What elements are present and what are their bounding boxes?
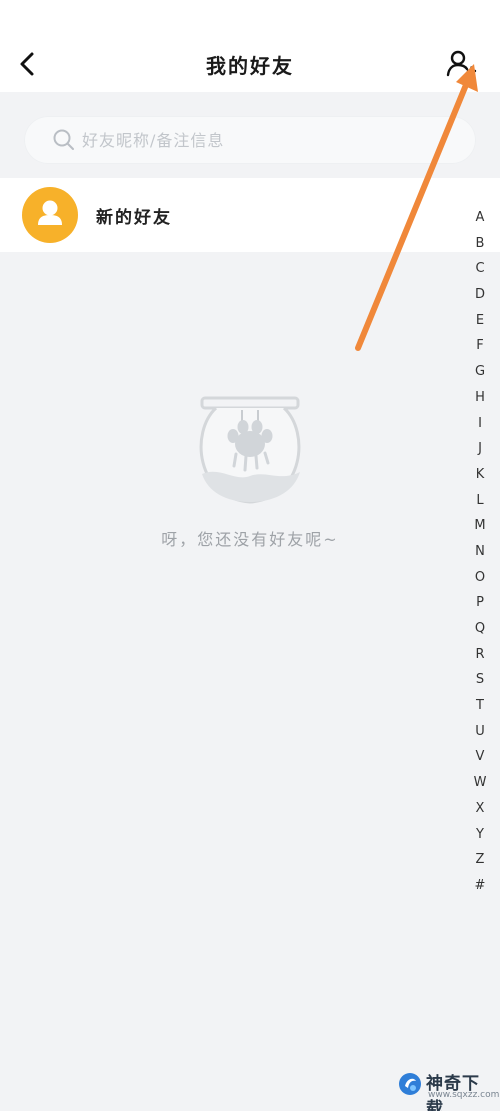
top-bar: 我的好友	[0, 0, 500, 92]
alphabet-index-bar[interactable]: A B C D E F G H I J K L M N O P Q R S T U V W X Y Z #	[466, 205, 494, 899]
watermark-url: www.sqxzz.com	[428, 1090, 500, 1100]
index-letter[interactable]: Q	[466, 616, 494, 642]
index-letter[interactable]: U	[466, 719, 494, 745]
person-icon	[38, 200, 62, 225]
annotation-arrow	[355, 64, 478, 351]
empty-state-message: 呀，您还没有好友呢~	[161, 530, 339, 549]
index-letter[interactable]: W	[466, 770, 494, 796]
index-letter[interactable]: V	[466, 744, 494, 770]
index-letter[interactable]: O	[466, 565, 494, 591]
new-friends-avatar	[22, 187, 78, 243]
index-letter[interactable]: A	[466, 205, 494, 231]
index-letter[interactable]: P	[466, 590, 494, 616]
fishbowl-paw-icon	[199, 396, 301, 504]
index-letter[interactable]: S	[466, 667, 494, 693]
index-letter[interactable]: D	[466, 282, 494, 308]
search-icon	[53, 129, 74, 150]
index-letter[interactable]: E	[466, 308, 494, 334]
index-letter[interactable]: K	[466, 462, 494, 488]
watermark: 神奇下载 www.sqxzz.com	[396, 1068, 500, 1111]
person-add-icon	[446, 50, 477, 77]
index-letter[interactable]: C	[466, 256, 494, 282]
index-letter[interactable]: R	[466, 642, 494, 668]
index-letter[interactable]: J	[466, 436, 494, 462]
index-letter[interactable]: H	[466, 385, 494, 411]
page-title: 我的好友	[206, 54, 294, 78]
index-letter[interactable]: F	[466, 333, 494, 359]
add-friend-button[interactable]	[444, 48, 478, 80]
index-letter[interactable]: B	[466, 231, 494, 257]
new-friends-item[interactable]: 新的好友	[0, 178, 500, 252]
index-letter[interactable]: Y	[466, 822, 494, 848]
watermark-logo-icon	[399, 1073, 421, 1095]
index-letter[interactable]: X	[466, 796, 494, 822]
new-friends-label: 新的好友	[96, 208, 172, 228]
index-letter[interactable]: G	[466, 359, 494, 385]
search-input[interactable]	[82, 124, 462, 156]
index-letter[interactable]: Z	[466, 847, 494, 873]
index-letter[interactable]: L	[466, 488, 494, 514]
index-letter[interactable]: T	[466, 693, 494, 719]
index-letter[interactable]: I	[466, 411, 494, 437]
index-letter[interactable]: #	[466, 873, 494, 899]
search-bar[interactable]	[24, 116, 476, 164]
